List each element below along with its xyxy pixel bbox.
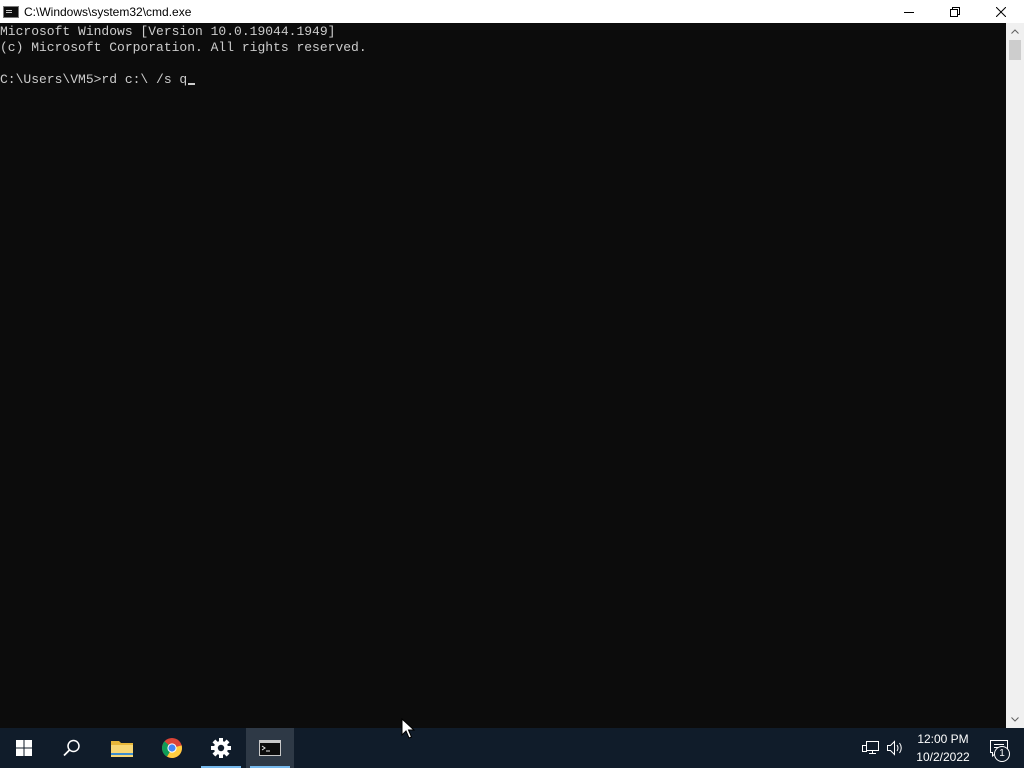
restore-button[interactable] <box>932 0 978 23</box>
close-button[interactable] <box>978 0 1024 23</box>
restore-icon <box>950 6 960 17</box>
close-icon <box>996 6 1006 17</box>
network-tray-button[interactable] <box>860 728 882 768</box>
clock-time: 12:00 PM <box>917 732 969 746</box>
volume-tray-button[interactable] <box>884 728 906 768</box>
volume-icon <box>887 740 902 756</box>
gear-icon <box>211 738 231 758</box>
network-icon <box>862 741 879 754</box>
console-line: Microsoft Windows [Version 10.0.19044.19… <box>0 24 336 39</box>
command-prompt-taskbar-button[interactable] <box>246 728 294 768</box>
command-input[interactable]: rd c:\ /s q <box>101 72 187 87</box>
chrome-button[interactable] <box>148 728 196 768</box>
folder-icon <box>111 741 133 757</box>
console-area[interactable]: Microsoft Windows [Version 10.0.19044.19… <box>0 23 1006 728</box>
scroll-down-button[interactable] <box>1006 711 1024 728</box>
settings-button[interactable] <box>197 728 245 768</box>
console-line: (c) Microsoft Corporation. All rights re… <box>0 40 367 55</box>
minimize-icon <box>904 11 914 13</box>
console-prompt: C:\Users\VM5> <box>0 72 102 87</box>
action-center-button[interactable]: 1 <box>982 728 1016 768</box>
clock-button[interactable]: 12:00 PM 10/2/2022 <box>908 728 978 768</box>
search-icon <box>63 739 80 757</box>
console-text: Microsoft Windows [Version 10.0.19044.19… <box>0 23 1006 88</box>
start-button[interactable] <box>0 728 48 768</box>
mouse-pointer-icon <box>401 718 415 739</box>
chevron-up-icon <box>1011 29 1019 34</box>
clock-date: 10/2/2022 <box>916 750 970 764</box>
window-title-bar[interactable]: C:\Windows\system32\cmd.exe <box>0 0 1024 23</box>
scroll-up-button[interactable] <box>1006 23 1024 40</box>
chrome-icon <box>161 738 183 759</box>
vertical-scrollbar[interactable] <box>1006 23 1024 728</box>
minimize-button[interactable] <box>886 0 932 23</box>
window-controls <box>886 0 1024 23</box>
cmd-app-icon[interactable] <box>3 5 19 18</box>
chevron-down-icon <box>1011 717 1019 722</box>
taskbar: 12:00 PM 10/2/2022 1 <box>0 728 1024 768</box>
text-cursor <box>188 83 196 85</box>
scroll-thumb[interactable] <box>1009 40 1021 60</box>
window-title: C:\Windows\system32\cmd.exe <box>24 4 192 19</box>
file-explorer-button[interactable] <box>98 728 146 768</box>
cmd-icon <box>259 740 281 756</box>
notification-count-badge: 1 <box>994 746 1010 762</box>
windows-logo-icon <box>16 740 32 756</box>
search-button[interactable] <box>48 728 96 768</box>
